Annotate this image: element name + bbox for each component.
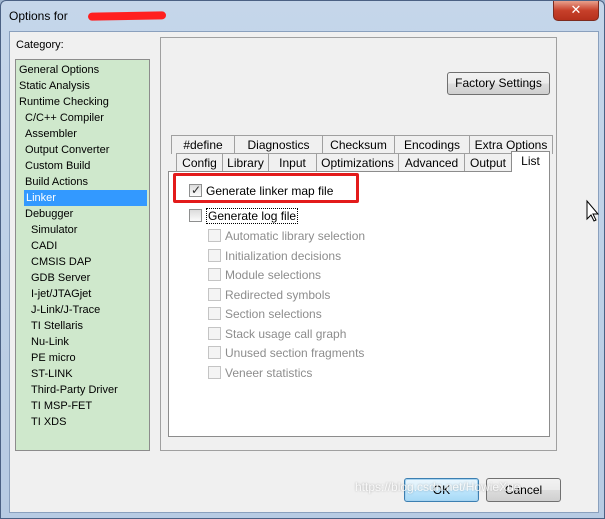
tab-list[interactable]: List	[511, 151, 550, 172]
checkbox-disabled-icon	[208, 229, 221, 242]
category-item-custom-build[interactable]: Custom Build	[24, 158, 146, 174]
log-section-selections-checkbox[interactable]: Section selections	[208, 306, 322, 323]
tab-encodings[interactable]: Encodings	[394, 135, 470, 154]
log-unused-section-fragments-checkbox[interactable]: Unused section fragments	[208, 345, 364, 362]
annotation-highlight-box	[173, 173, 359, 203]
checkbox-disabled-icon	[208, 268, 221, 281]
log-option-label: Automatic library selection	[225, 229, 366, 243]
category-item-ti-xds[interactable]: TI XDS	[30, 414, 146, 430]
log-option-label: Unused section fragments	[225, 346, 365, 360]
tab-diagnostics[interactable]: Diagnostics	[234, 135, 323, 154]
log-option-label: Stack usage call graph	[225, 327, 347, 341]
category-item-c-compiler[interactable]: C/C++ Compiler	[24, 110, 146, 126]
generate-log-file-label: Generate log file	[206, 208, 299, 224]
tab-define[interactable]: #define	[171, 135, 235, 154]
category-item-gdb-server[interactable]: GDB Server	[30, 270, 146, 286]
tab-optimizations[interactable]: Optimizations	[316, 153, 399, 172]
checkbox-unchecked-icon[interactable]	[189, 209, 202, 222]
log-module-selections-checkbox[interactable]: Module selections	[208, 267, 321, 284]
checkbox-disabled-icon	[208, 249, 221, 262]
category-item-runtime-checking[interactable]: Runtime Checking	[18, 94, 146, 110]
log-redirected-symbols-checkbox[interactable]: Redirected symbols	[208, 287, 330, 304]
log-veneer-statistics-checkbox[interactable]: Veneer statistics	[208, 365, 312, 382]
category-label: Category:	[16, 39, 64, 51]
tab-advanced[interactable]: Advanced	[398, 153, 465, 172]
log-option-label: Initialization decisions	[225, 249, 342, 263]
category-item-ti-stellaris[interactable]: TI Stellaris	[30, 318, 146, 334]
category-item-pe-micro[interactable]: PE micro	[30, 350, 146, 366]
checkbox-disabled-icon	[208, 288, 221, 301]
category-list[interactable]: General Options Static Analysis Runtime …	[15, 59, 150, 451]
tab-input[interactable]: Input	[268, 153, 317, 172]
category-item-debugger[interactable]: Debugger	[24, 206, 146, 222]
category-item-cadi[interactable]: CADI	[30, 238, 146, 254]
category-item-general-options[interactable]: General Options	[18, 62, 146, 78]
tab-output[interactable]: Output	[464, 153, 512, 172]
redacted-title-part	[87, 11, 167, 21]
close-icon[interactable]: ✕	[553, 1, 599, 21]
log-initialization-decisions-checkbox[interactable]: Initialization decisions	[208, 248, 341, 265]
category-item-static-analysis[interactable]: Static Analysis	[18, 78, 146, 94]
tab-checksum[interactable]: Checksum	[322, 135, 395, 154]
generate-log-file-checkbox[interactable]: Generate log file	[189, 208, 299, 225]
category-item-ti-msp-fet[interactable]: TI MSP-FET	[30, 398, 146, 414]
checkbox-disabled-icon	[208, 307, 221, 320]
window-title: Options for	[9, 9, 68, 23]
log-stack-usage-call-graph-checkbox[interactable]: Stack usage call graph	[208, 326, 346, 343]
resize-cursor-icon	[586, 199, 600, 222]
log-automatic-library-selection-checkbox[interactable]: Automatic library selection	[208, 228, 365, 245]
log-option-label: Module selections	[225, 268, 322, 282]
log-option-label: Section selections	[225, 307, 322, 321]
category-item-build-actions[interactable]: Build Actions	[24, 174, 146, 190]
tab-config[interactable]: Config	[176, 153, 223, 172]
checkbox-disabled-icon	[208, 346, 221, 359]
factory-settings-button[interactable]: Factory Settings	[447, 72, 550, 95]
category-item-linker[interactable]: Linker	[24, 190, 147, 206]
category-item-simulator[interactable]: Simulator	[30, 222, 146, 238]
category-item-third-party-driver[interactable]: Third-Party Driver	[30, 382, 146, 398]
tab-library[interactable]: Library	[222, 153, 269, 172]
category-item-cmsis-dap[interactable]: CMSIS DAP	[30, 254, 146, 270]
category-item-st-link[interactable]: ST-LINK	[30, 366, 146, 382]
watermark-text: https://blog.csdn.net/HowieXue	[355, 480, 521, 494]
category-item-nu-link[interactable]: Nu-Link	[30, 334, 146, 350]
log-option-label: Veneer statistics	[225, 366, 313, 380]
log-option-label: Redirected symbols	[225, 288, 331, 302]
checkbox-disabled-icon	[208, 327, 221, 340]
category-item-i-jet[interactable]: I-jet/JTAGjet	[30, 286, 146, 302]
category-item-assembler[interactable]: Assembler	[24, 126, 146, 142]
category-item-output-converter[interactable]: Output Converter	[24, 142, 146, 158]
checkbox-disabled-icon	[208, 366, 221, 379]
category-item-j-link[interactable]: J-Link/J-Trace	[30, 302, 146, 318]
